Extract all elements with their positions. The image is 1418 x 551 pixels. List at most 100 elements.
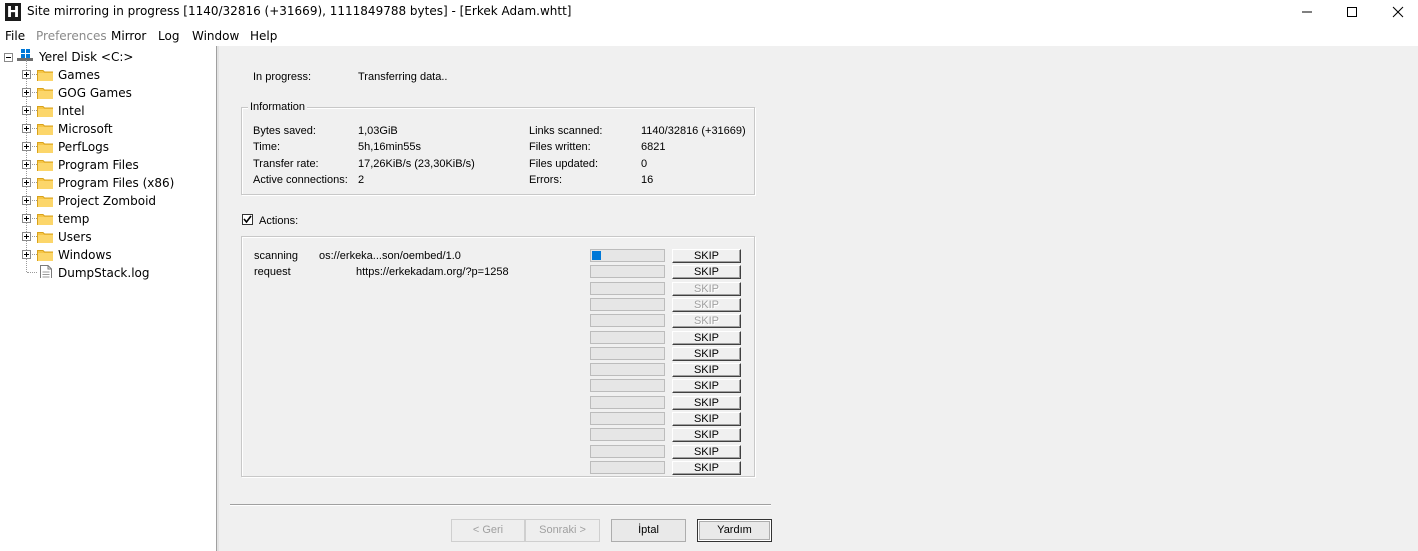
skip-button[interactable]: SKIP	[672, 282, 741, 296]
maximize-button[interactable]	[1329, 0, 1375, 24]
active-connections-value: 2	[358, 174, 365, 186]
minimize-button[interactable]	[1284, 0, 1330, 24]
skip-button[interactable]: SKIP	[672, 363, 741, 377]
skip-button[interactable]: SKIP	[672, 461, 741, 475]
action-progress-bar	[590, 282, 665, 295]
files-updated-label: Files updated:	[529, 158, 599, 170]
menu-window[interactable]: Window	[192, 29, 239, 43]
links-scanned-label: Links scanned:	[529, 125, 603, 137]
tree-expand-toggle[interactable]	[22, 250, 31, 259]
files-updated-value: 0	[641, 158, 648, 170]
skip-button[interactable]: SKIP	[672, 412, 741, 426]
folder-icon	[37, 142, 53, 153]
transfer-rate-label: Transfer rate:	[253, 158, 319, 170]
information-group-title: Information	[248, 101, 308, 113]
skip-button[interactable]: SKIP	[672, 298, 741, 312]
action-progress-bar	[590, 331, 665, 344]
action-type-label: request	[254, 266, 291, 278]
tree-expand-toggle[interactable]	[22, 70, 31, 79]
close-window-button[interactable]	[1375, 0, 1418, 24]
folder-icon	[37, 178, 53, 189]
tree-expand-toggle[interactable]	[22, 124, 31, 133]
action-progress-bar	[590, 396, 665, 409]
tree-collapse-toggle[interactable]	[4, 53, 13, 62]
bytes-saved-label: Bytes saved:	[253, 125, 316, 137]
action-progress-bar	[590, 363, 665, 376]
tree-folder-label[interactable]: GOG Games	[58, 86, 132, 100]
menu-mirror[interactable]: Mirror	[111, 29, 146, 43]
action-progress-bar	[590, 314, 665, 327]
in-progress-value: Transferring data..	[358, 71, 448, 83]
folder-icon	[37, 70, 53, 81]
tree-folder-label[interactable]: temp	[58, 212, 89, 226]
progress-fill	[592, 251, 601, 260]
skip-button[interactable]: SKIP	[672, 331, 741, 345]
file-icon	[40, 265, 52, 278]
tree-expand-toggle[interactable]	[22, 160, 31, 169]
transfer-rate-value: 17,26KiB/s (23,30KiB/s)	[358, 158, 475, 170]
help-button[interactable]: Yardım	[697, 519, 772, 542]
action-progress-bar	[590, 265, 665, 278]
menu-preferences[interactable]: Preferences	[36, 29, 107, 43]
tree-expand-toggle[interactable]	[22, 178, 31, 187]
folder-icon	[37, 196, 53, 207]
tree-expand-toggle[interactable]	[22, 214, 31, 223]
tree-branch-line	[27, 272, 37, 273]
window-title: Site mirroring in progress [1140/32816 (…	[27, 4, 572, 18]
close-icon	[1392, 6, 1404, 18]
folder-icon	[37, 214, 53, 225]
action-progress-bar	[590, 412, 665, 425]
skip-button[interactable]: SKIP	[672, 379, 741, 393]
tree-file-label[interactable]: DumpStack.log	[58, 266, 149, 280]
active-connections-label: Active connections:	[253, 174, 348, 186]
tree-expand-toggle[interactable]	[22, 88, 31, 97]
menu-bar: File Preferences Mirror Log Window Help	[0, 26, 1418, 46]
tree-folder-label[interactable]: Microsoft	[58, 122, 113, 136]
skip-button[interactable]: SKIP	[672, 249, 741, 263]
progress-panel: In progress: Transferring data.. Informa…	[219, 46, 1418, 551]
tree-folder-label[interactable]: Windows	[58, 248, 112, 262]
tree-folder-label[interactable]: Games	[58, 68, 100, 82]
httrack-app-icon[interactable]: H	[5, 3, 21, 21]
action-progress-bar	[590, 445, 665, 458]
tree-folder-label[interactable]: PerfLogs	[58, 140, 109, 154]
menu-file[interactable]: File	[5, 29, 25, 43]
tree-expand-toggle[interactable]	[22, 106, 31, 115]
skip-button[interactable]: SKIP	[672, 428, 741, 442]
skip-button[interactable]: SKIP	[672, 265, 741, 279]
wizard-separator	[230, 504, 771, 506]
tree-folder-label[interactable]: Intel	[58, 104, 85, 118]
cancel-button[interactable]: İptal	[611, 519, 686, 542]
action-url-label: https://erkekadam.org/?p=1258	[356, 266, 509, 278]
tree-expand-toggle[interactable]	[22, 142, 31, 151]
folder-icon	[37, 88, 53, 99]
time-label: Time:	[253, 141, 281, 153]
folder-icon	[37, 160, 53, 171]
skip-button[interactable]: SKIP	[672, 396, 741, 410]
files-written-value: 6821	[641, 141, 666, 153]
action-progress-bar	[590, 461, 665, 474]
links-scanned-value: 1140/32816 (+31669)	[641, 125, 746, 137]
next-button[interactable]: Sonraki >	[525, 519, 600, 542]
files-written-label: Files written:	[529, 141, 591, 153]
tree-root-label[interactable]: Yerel Disk <C:>	[39, 50, 133, 64]
title-bar: H Site mirroring in progress [1140/32816…	[0, 0, 1418, 24]
tree-expand-toggle[interactable]	[22, 232, 31, 241]
skip-button[interactable]: SKIP	[672, 347, 741, 361]
tree-folder-label[interactable]: Project Zomboid	[58, 194, 156, 208]
folder-tree-panel[interactable]: Yerel Disk <C:> Games GOG Games Intel Micro…	[0, 46, 217, 551]
tree-folder-label[interactable]: Program Files (x86)	[58, 176, 174, 190]
action-progress-bar	[590, 298, 665, 311]
tree-expand-toggle[interactable]	[22, 196, 31, 205]
skip-button[interactable]: SKIP	[672, 314, 741, 328]
actions-checkbox[interactable]	[242, 214, 253, 225]
errors-label: Errors:	[529, 174, 562, 186]
maximize-icon	[1347, 7, 1357, 17]
menu-help[interactable]: Help	[250, 29, 277, 43]
tree-folder-label[interactable]: Program Files	[58, 158, 139, 172]
menu-log[interactable]: Log	[158, 29, 179, 43]
skip-button[interactable]: SKIP	[672, 445, 741, 459]
tree-folder-label[interactable]: Users	[58, 230, 92, 244]
folder-icon	[37, 250, 53, 261]
back-button[interactable]: < Geri	[451, 519, 525, 542]
